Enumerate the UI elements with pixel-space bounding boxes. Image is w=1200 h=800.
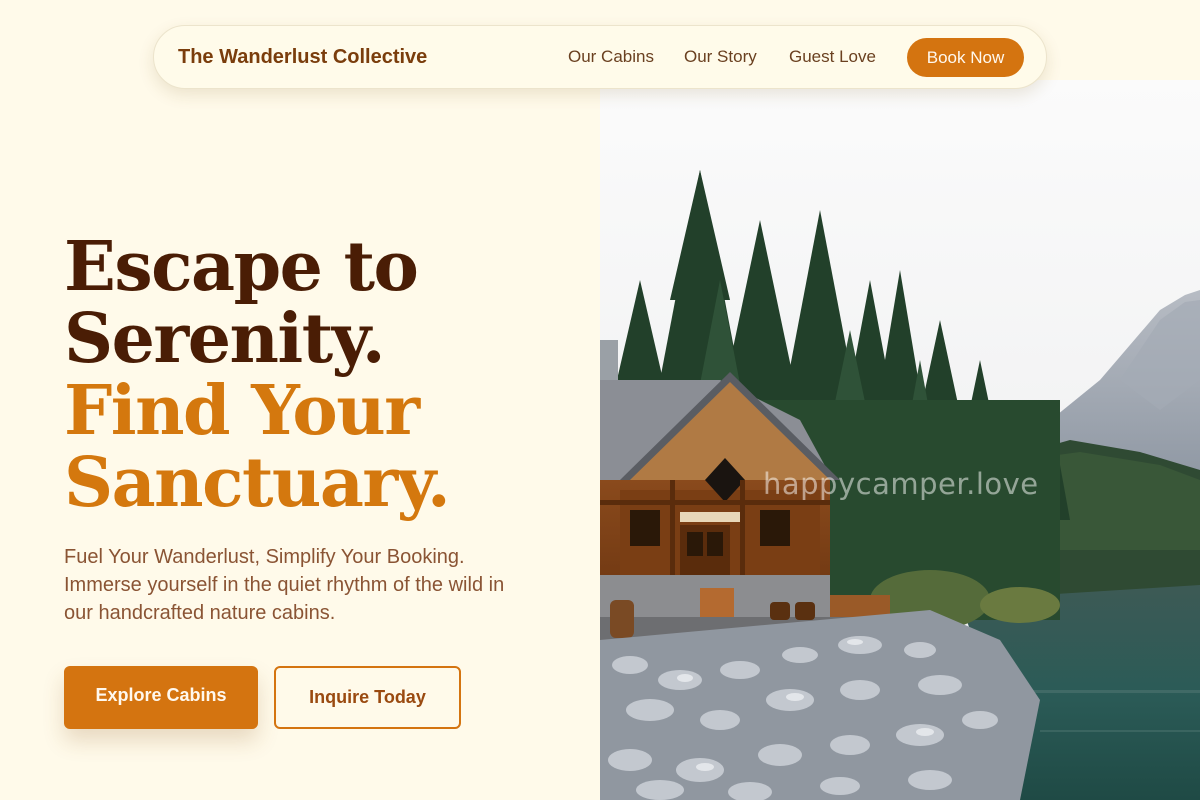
photo-watermark: happycamper.love (763, 467, 1039, 501)
headline-line-4: Sanctuary. (64, 443, 451, 523)
headline-line-3: Find Your (64, 371, 420, 451)
hero-cabin-photo (600, 80, 1200, 800)
hero-subtitle: Fuel Your Wanderlust, Simplify Your Book… (64, 546, 505, 624)
nav-link-our-cabins[interactable]: Our Cabins (568, 26, 654, 88)
explore-cabins-button[interactable]: Explore Cabins (64, 666, 258, 729)
nav-link-our-story[interactable]: Our Story (684, 26, 757, 88)
nav-link-guest-love[interactable]: Guest Love (789, 26, 876, 88)
top-nav: The Wanderlust Collective Our Cabins Our… (153, 25, 1047, 89)
inquire-today-button[interactable]: Inquire Today (274, 666, 461, 729)
hero-headline: Escape to Serenity. Find Your Sanctuary. (64, 227, 451, 523)
book-now-button[interactable]: Book Now (907, 38, 1024, 77)
headline-line-2: Serenity. (64, 299, 386, 379)
brand-logo-text[interactable]: The Wanderlust Collective (178, 26, 427, 88)
headline-line-1: Escape to (64, 227, 419, 307)
